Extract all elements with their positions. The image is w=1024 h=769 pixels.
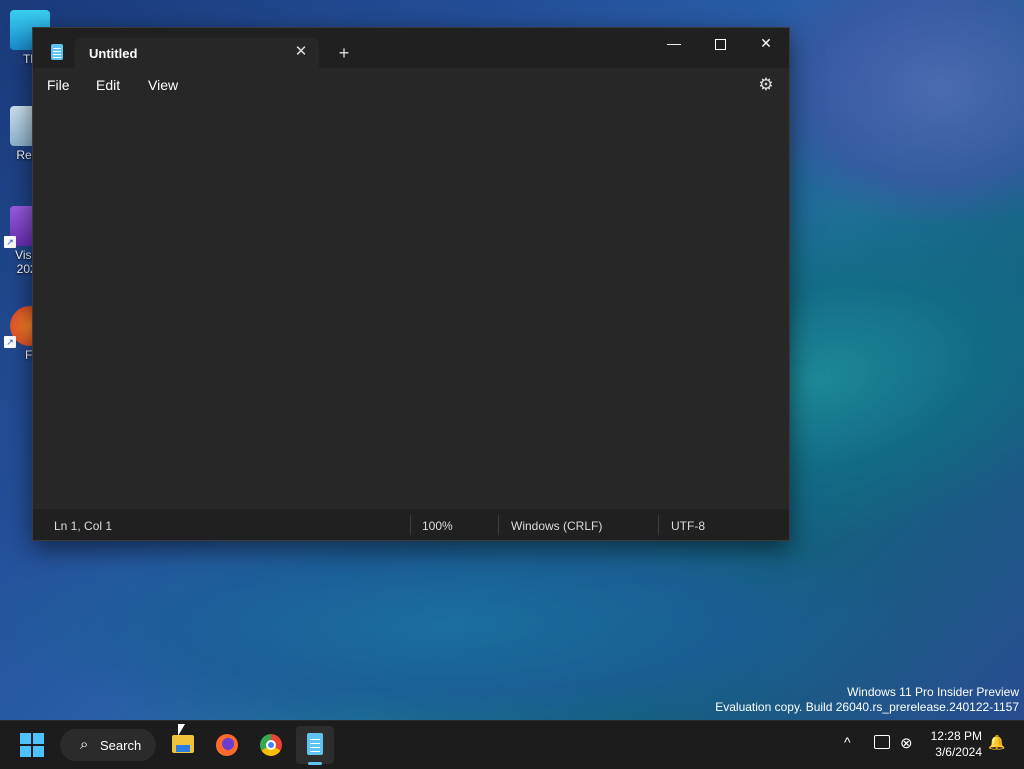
network-icon[interactable]	[874, 735, 890, 749]
taskbar-search-button[interactable]: ⌕ Search	[60, 729, 156, 761]
new-tab-button[interactable]: +	[333, 42, 355, 64]
shortcut-arrow-icon: ↗	[4, 236, 16, 248]
taskbar: ⌕ Search ^ ⊗ 12:28 PM 3/6/2024 🔔	[0, 720, 1024, 769]
active-app-indicator	[308, 762, 322, 765]
windows-logo-icon	[33, 733, 44, 744]
search-label: Search	[100, 738, 142, 753]
taskbar-firefox[interactable]	[208, 726, 246, 764]
wallpaper-shape	[760, 0, 1024, 220]
encoding[interactable]: UTF-8	[671, 519, 705, 533]
menu-file[interactable]: File	[47, 77, 70, 93]
minimize-button[interactable]: —	[651, 28, 697, 58]
tab-title: Untitled	[89, 46, 138, 61]
status-separator	[410, 515, 411, 535]
volume-muted-icon[interactable]: ⊗	[900, 734, 913, 752]
notification-bell-icon[interactable]: 🔔	[988, 734, 1005, 751]
menu-bar: File Edit View ⚙	[33, 68, 789, 100]
menu-edit[interactable]: Edit	[96, 77, 120, 93]
zoom-level[interactable]: 100%	[422, 519, 453, 533]
system-clock[interactable]: 12:28 PM 3/6/2024	[920, 728, 982, 760]
close-tab-icon[interactable]: ✕	[291, 42, 311, 62]
shortcut-arrow-icon: ↗	[4, 336, 16, 348]
taskbar-chrome[interactable]	[252, 726, 290, 764]
notepad-window: Untitled ✕ + — ✕ File Edit View ⚙ Ln 1, …	[32, 27, 790, 541]
evaluation-watermark: Windows 11 Pro Insider Preview Evaluatio…	[715, 685, 1019, 715]
status-separator	[498, 515, 499, 535]
show-hidden-icons-chevron-icon[interactable]: ^	[844, 734, 851, 750]
watermark-line: Windows 11 Pro Insider Preview	[847, 685, 1019, 699]
settings-gear-icon[interactable]: ⚙	[755, 74, 777, 96]
windows-logo-icon	[33, 746, 44, 757]
tab-untitled[interactable]: Untitled ✕	[75, 38, 319, 68]
mouse-cursor	[178, 724, 185, 736]
title-bar[interactable]: Untitled ✕ + — ✕	[33, 28, 789, 68]
maximize-icon	[714, 38, 726, 50]
windows-logo-icon	[20, 746, 31, 757]
search-icon: ⌕	[80, 736, 89, 753]
notepad-icon	[51, 44, 63, 60]
chrome-icon	[260, 734, 282, 756]
line-ending[interactable]: Windows (CRLF)	[511, 519, 602, 533]
status-bar: Ln 1, Col 1 100% Windows (CRLF) UTF-8	[33, 509, 789, 540]
firefox-icon	[216, 734, 238, 756]
maximize-button[interactable]	[697, 28, 743, 58]
close-button[interactable]: ✕	[743, 28, 789, 58]
file-explorer-icon	[172, 735, 194, 753]
watermark-line: Evaluation copy. Build 26040.rs_prerelea…	[715, 700, 1019, 714]
cursor-position: Ln 1, Col 1	[54, 519, 113, 533]
clock-time: 12:28 PM	[930, 729, 982, 743]
clock-date: 3/6/2024	[935, 745, 982, 759]
windows-logo-icon	[20, 733, 31, 744]
text-editor-area[interactable]	[33, 100, 789, 509]
taskbar-notepad[interactable]	[296, 726, 334, 765]
status-separator	[658, 515, 659, 535]
notepad-icon	[307, 733, 323, 755]
menu-view[interactable]: View	[148, 77, 178, 93]
start-button[interactable]	[20, 733, 44, 757]
